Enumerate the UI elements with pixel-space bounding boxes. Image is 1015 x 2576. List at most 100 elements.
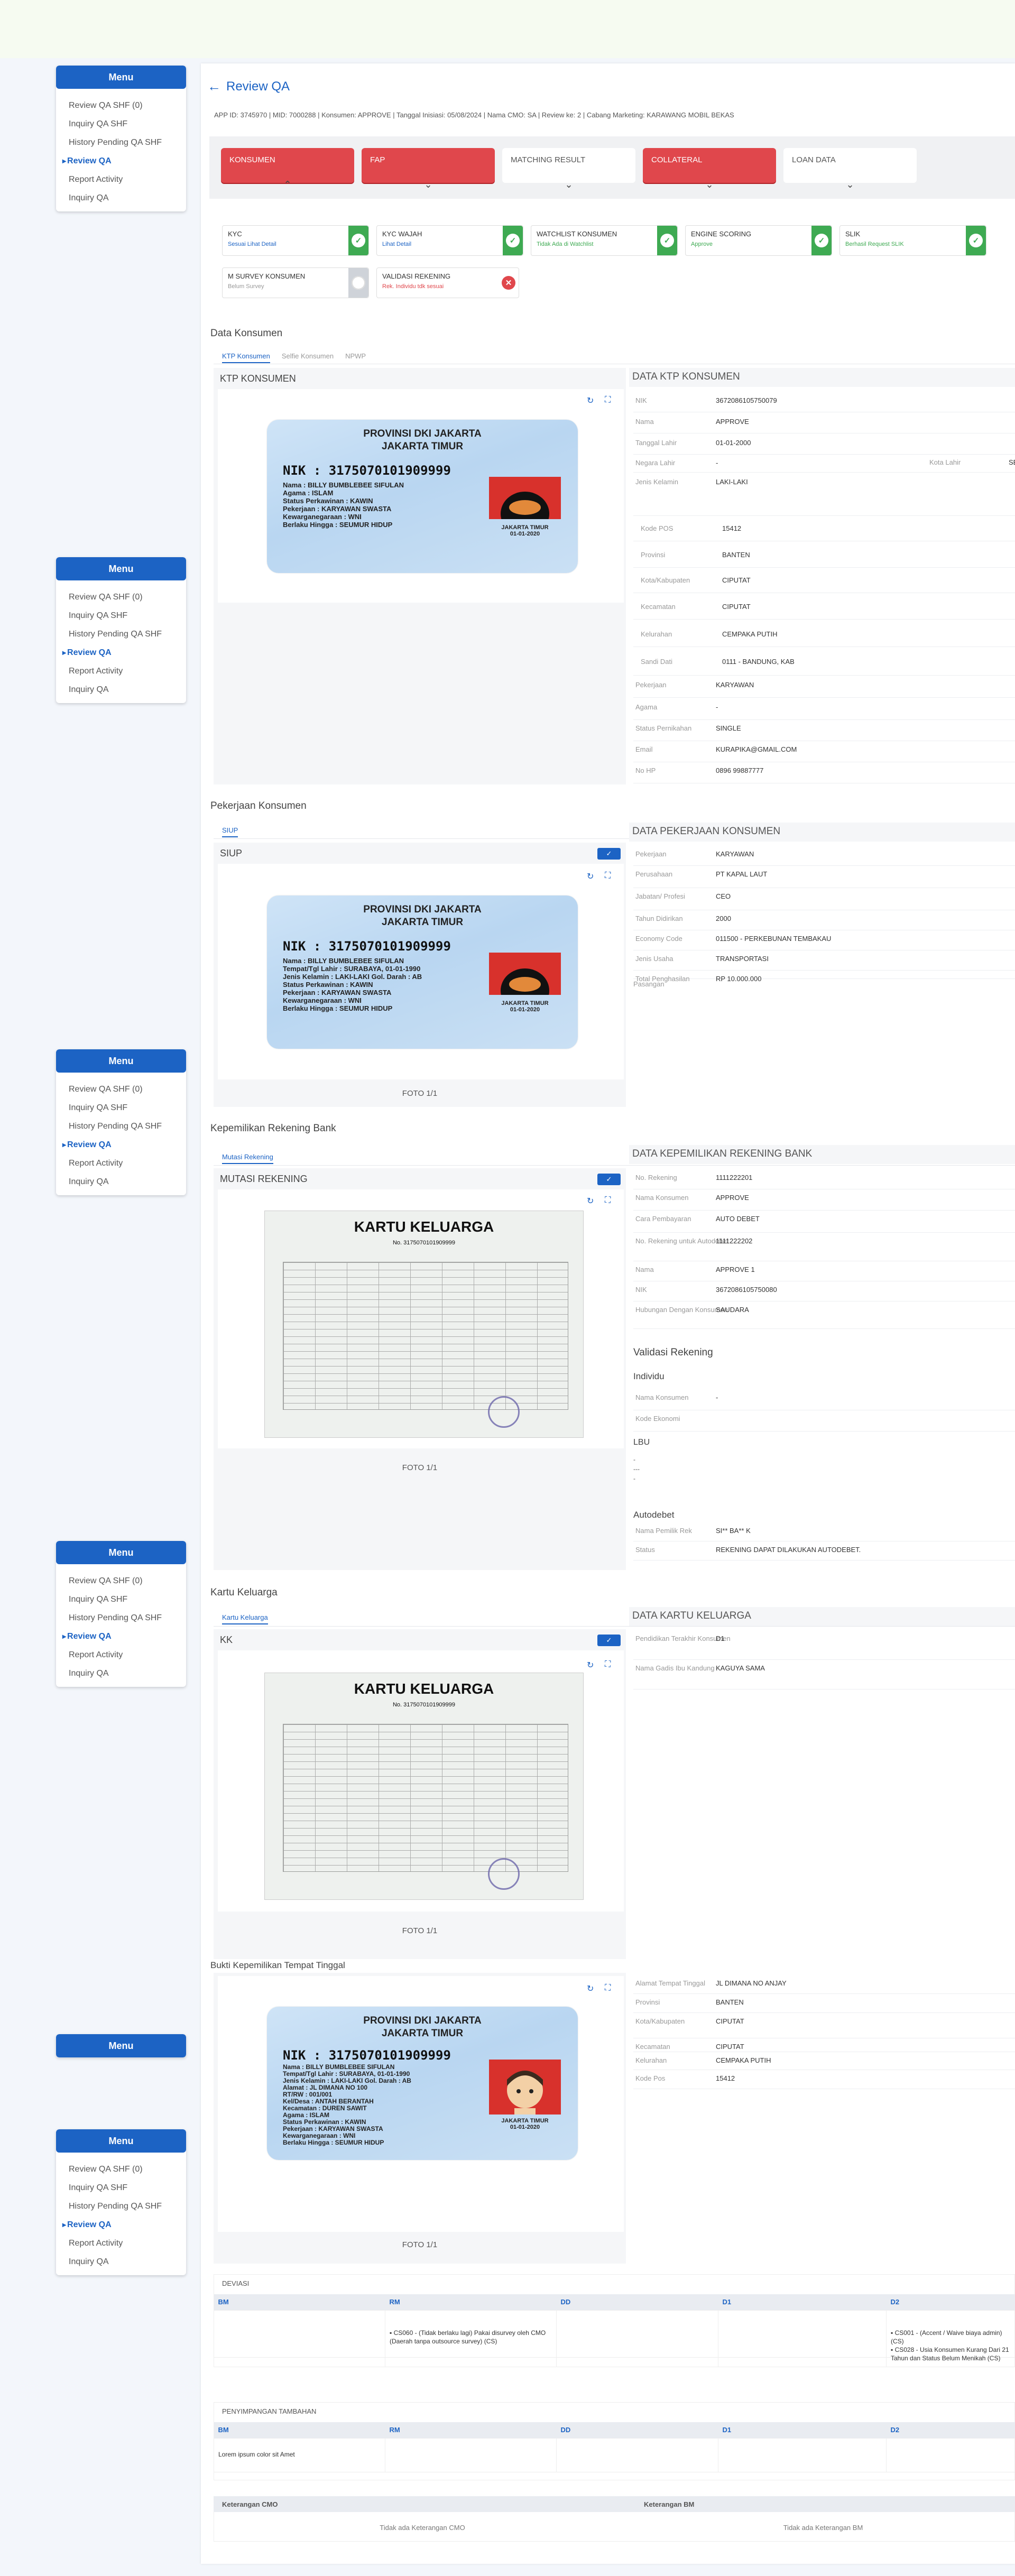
menu-header[interactable]: Menu: [56, 1049, 186, 1073]
expand-icon[interactable]: ⛶: [605, 1660, 611, 1669]
menu-item[interactable]: Review QA: [56, 643, 186, 662]
expand-icon[interactable]: ⛶: [605, 395, 611, 405]
rotate-icon[interactable]: ↻: [587, 871, 594, 882]
field-row: Kecamatan CIPUTAT: [633, 594, 1015, 620]
kyc-status: Rek. Individu tdk sesuai: [382, 283, 444, 290]
rotate-icon[interactable]: ↻: [587, 1196, 594, 1206]
kyc-title: KYC: [228, 230, 242, 238]
menu-item[interactable]: Inquiry QA SHF: [56, 115, 186, 133]
verify-checkbox[interactable]: ✓: [597, 848, 621, 860]
kyc-status: Berhasil Request SLIK: [845, 241, 904, 247]
tab-ktp-konsumen[interactable]: KTP Konsumen: [222, 352, 270, 363]
validasi-rekening-card[interactable]: VALIDASI REKENING Rek. Individu tdk sesua…: [376, 267, 519, 298]
menu-item[interactable]: Inquiry QA SHF: [56, 1098, 186, 1117]
rotate-icon[interactable]: ↻: [587, 1660, 594, 1670]
menu-item[interactable]: Review QA SHF (0): [56, 588, 186, 606]
tab-konsumen[interactable]: KONSUMEN ⌃: [221, 148, 354, 190]
field-value: CIPUTAT: [722, 603, 751, 611]
menu-item[interactable]: Inquiry QA: [56, 2252, 186, 2271]
menu-item[interactable]: Review QA SHF (0): [56, 1572, 186, 1590]
tab-npwp[interactable]: NPWP: [345, 352, 366, 363]
menu-item[interactable]: Review QA: [56, 1135, 186, 1154]
menu-header[interactable]: Menu: [56, 557, 186, 580]
menu-header[interactable]: Menu: [56, 1541, 186, 1564]
menu-item[interactable]: History Pending QA SHF: [56, 1117, 186, 1135]
menu-item[interactable]: Report Activity: [56, 170, 186, 189]
tab-matching-result[interactable]: MATCHING RESULT ⌄: [502, 148, 635, 190]
kk-number: No. 3175070101909999: [392, 1240, 456, 1246]
cell-rm: [385, 2437, 557, 2472]
engine-scoring-card[interactable]: ENGINE SCORING Approve ✓: [685, 225, 832, 256]
tab-siup[interactable]: SIUP: [222, 826, 238, 837]
tab-loan-data[interactable]: LOAN DATA ⌄: [783, 148, 917, 190]
rotate-icon[interactable]: ↻: [587, 1983, 594, 1994]
menu-item[interactable]: Report Activity: [56, 662, 186, 680]
field-value: SI** BA** K: [716, 1527, 751, 1535]
tab-selfie-konsumen[interactable]: Selfie Konsumen: [282, 352, 334, 363]
menu-item[interactable]: Review QA SHF (0): [56, 96, 186, 115]
application-info: APP ID: 3745970 | MID: 7000288 | Konsume…: [214, 111, 734, 119]
ktp-line: Status Perkawinan : KAWIN: [283, 497, 373, 505]
menu-item[interactable]: Inquiry QA: [56, 680, 186, 699]
expand-icon[interactable]: ⛶: [605, 871, 611, 881]
rotate-icon[interactable]: ↻: [587, 395, 594, 406]
verify-checkbox[interactable]: ✓: [597, 1174, 621, 1185]
tab-fap[interactable]: FAP ⌄: [362, 148, 495, 190]
menu-item[interactable]: History Pending QA SHF: [56, 133, 186, 152]
m-survey-card[interactable]: M SURVEY KONSUMEN Belum Survey: [222, 267, 369, 298]
verify-checkbox[interactable]: ✓: [597, 1635, 621, 1646]
ktp-city-stamp: JAKARTA TIMUR: [501, 2118, 549, 2124]
ktp-line: Nama : BILLY BUMBLEBEE SIFULAN: [283, 957, 404, 965]
menu-item[interactable]: History Pending QA SHF: [56, 1609, 186, 1627]
kk-stamp: [488, 1858, 520, 1890]
field-row: Kode Pos 15412: [633, 2070, 1015, 2089]
menu-item[interactable]: Review QA SHF (0): [56, 2160, 186, 2178]
menu-header[interactable]: Menu: [56, 66, 186, 89]
chevron-down-icon: ⌄: [705, 179, 714, 190]
divider: [214, 1165, 1015, 1166]
col-rm: RM: [385, 2294, 557, 2310]
section-title: Kartu Keluarga: [210, 1587, 278, 1598]
menu-item[interactable]: Inquiry QA SHF: [56, 1590, 186, 1609]
tab-mutasi-rekening[interactable]: Mutasi Rekening: [222, 1153, 273, 1164]
tab-kartu-keluarga[interactable]: Kartu Keluarga: [222, 1613, 268, 1624]
menu-header[interactable]: Menu: [56, 2034, 186, 2057]
menu-item[interactable]: Review QA SHF (0): [56, 1080, 186, 1098]
menu-panel: Menu Review QA SHF (0) Inquiry QA SHF Hist…: [56, 1049, 186, 1195]
ktp-nik: : 3175070101909999: [313, 2048, 451, 2063]
chevron-up-icon: ⌃: [283, 179, 292, 190]
menu-item[interactable]: Report Activity: [56, 1646, 186, 1664]
menu-header[interactable]: Menu: [56, 2129, 186, 2153]
back-arrow-icon[interactable]: ←: [207, 78, 221, 95]
expand-icon[interactable]: ⛶: [605, 1983, 611, 1993]
tab-collateral[interactable]: COLLATERAL ⌄: [643, 148, 776, 190]
menu-item[interactable]: Inquiry QA SHF: [56, 2178, 186, 2197]
kk-table: [283, 1262, 568, 1410]
kyc-card[interactable]: KYC Sesuai Lihat Detail ✓: [222, 225, 369, 256]
field-value: -: [716, 1393, 718, 1401]
menu-item[interactable]: Inquiry QA: [56, 189, 186, 207]
ktp-details: Nama : BILLY BUMBLEBEE SIFULAN Tempat/Tgl…: [283, 2064, 411, 2146]
menu-item[interactable]: Review QA: [56, 152, 186, 170]
ktp-details: Nama : BILLY BUMBLEBEE SIFULAN Tempat/Tgl…: [283, 957, 422, 1012]
menu-item[interactable]: History Pending QA SHF: [56, 625, 186, 643]
kota-lahir-label: Kota Lahir: [929, 458, 961, 466]
field-value: KARYAWAN: [716, 681, 754, 689]
menu-item[interactable]: Review QA: [56, 2215, 186, 2234]
field-label: Provinsi: [635, 1998, 660, 2006]
menu-item[interactable]: Inquiry QA SHF: [56, 606, 186, 625]
menu-item[interactable]: History Pending QA SHF: [56, 2197, 186, 2215]
chevron-down-icon: ⌄: [565, 179, 573, 190]
menu-item[interactable]: Report Activity: [56, 2234, 186, 2252]
ktp-photo: [489, 477, 561, 519]
ktp-nik-label: NIK: [283, 2048, 306, 2063]
field-value: -: [716, 703, 718, 711]
menu-item[interactable]: Review QA: [56, 1627, 186, 1646]
menu-item[interactable]: Inquiry QA: [56, 1664, 186, 1683]
kyc-wajah-card[interactable]: KYC WAJAH Lihat Detail ✓: [376, 225, 523, 256]
menu-item[interactable]: Inquiry QA: [56, 1172, 186, 1191]
slik-card[interactable]: SLIK Berhasil Request SLIK ✓: [839, 225, 986, 256]
expand-icon[interactable]: ⛶: [605, 1196, 611, 1205]
watchlist-card[interactable]: WATCHLIST KONSUMEN Tidak Ada di Watchlist…: [531, 225, 678, 256]
menu-item[interactable]: Report Activity: [56, 1154, 186, 1172]
